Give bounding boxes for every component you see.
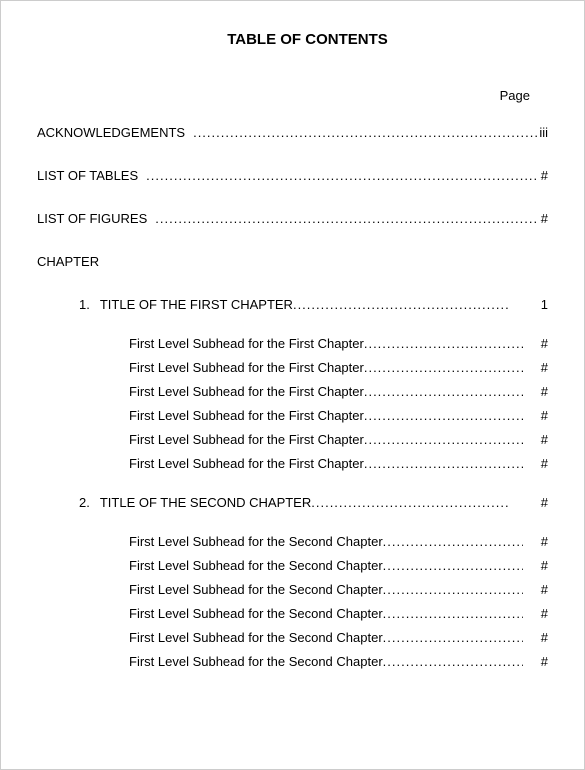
toc-page: # — [539, 606, 548, 621]
leader-dots — [383, 582, 523, 597]
toc-page: # — [539, 582, 548, 597]
leader-dots — [364, 360, 523, 375]
document-title: TABLE OF CONTENTS — [37, 31, 548, 48]
toc-label: ACKNOWLEDGEMENTS — [37, 125, 185, 140]
leader-dots — [193, 125, 537, 140]
subhead-label: First Level Subhead for the Second Chapt… — [129, 654, 383, 669]
subhead-label: First Level Subhead for the First Chapte… — [129, 384, 364, 399]
toc-chapter-entry: 2. TITLE OF THE SECOND CHAPTER # — [37, 495, 548, 510]
toc-page: # — [539, 558, 548, 573]
toc-subhead-entry: First Level Subhead for the First Chapte… — [37, 360, 548, 375]
leader-dots — [364, 456, 523, 471]
chapter-number: 1. — [79, 297, 90, 312]
toc-subhead-entry: First Level Subhead for the Second Chapt… — [37, 582, 548, 597]
leader-dots — [293, 297, 509, 312]
leader-dots — [383, 654, 523, 669]
leader-dots — [383, 606, 523, 621]
toc-page: # — [539, 432, 548, 447]
toc-page: iii — [537, 125, 548, 140]
chapter-number: 2. — [79, 495, 90, 510]
leader-dots — [364, 384, 523, 399]
toc-subhead-entry: First Level Subhead for the First Chapte… — [37, 408, 548, 423]
leader-dots — [146, 168, 539, 183]
leader-dots — [383, 534, 523, 549]
toc-page: # — [539, 384, 548, 399]
chapter-title: TITLE OF THE FIRST CHAPTER — [100, 297, 293, 312]
subhead-label: First Level Subhead for the First Chapte… — [129, 360, 364, 375]
toc-label: LIST OF TABLES — [37, 168, 138, 183]
toc-entry-acknowledgements: ACKNOWLEDGEMENTS iii — [37, 125, 548, 140]
chapter-title: TITLE OF THE SECOND CHAPTER — [100, 495, 311, 510]
toc-page: # — [539, 534, 548, 549]
leader-dots — [383, 630, 523, 645]
chapter-heading: CHAPTER — [37, 254, 548, 269]
toc-subhead-entry: First Level Subhead for the Second Chapt… — [37, 654, 548, 669]
subhead-label: First Level Subhead for the First Chapte… — [129, 408, 364, 423]
toc-subhead-entry: First Level Subhead for the Second Chapt… — [37, 630, 548, 645]
toc-page: # — [539, 408, 548, 423]
toc-subhead-entry: First Level Subhead for the First Chapte… — [37, 336, 548, 351]
toc-subhead-entry: First Level Subhead for the Second Chapt… — [37, 606, 548, 621]
toc-page: # — [539, 495, 548, 510]
leader-dots — [155, 211, 538, 226]
toc-label: LIST OF FIGURES — [37, 211, 147, 226]
toc-entry-list-of-figures: LIST OF FIGURES # — [37, 211, 548, 226]
toc-subhead-entry: First Level Subhead for the First Chapte… — [37, 432, 548, 447]
subhead-label: First Level Subhead for the Second Chapt… — [129, 630, 383, 645]
subhead-label: First Level Subhead for the First Chapte… — [129, 336, 364, 351]
subhead-label: First Level Subhead for the First Chapte… — [129, 456, 364, 471]
leader-dots — [364, 432, 523, 447]
toc-subhead-entry: First Level Subhead for the Second Chapt… — [37, 534, 548, 549]
subhead-label: First Level Subhead for the First Chapte… — [129, 432, 364, 447]
page-column-label: Page — [37, 88, 548, 103]
toc-page: # — [539, 211, 548, 226]
toc-page: 1 — [539, 297, 548, 312]
toc-page: # — [539, 360, 548, 375]
toc-subhead-entry: First Level Subhead for the Second Chapt… — [37, 558, 548, 573]
subhead-label: First Level Subhead for the Second Chapt… — [129, 558, 383, 573]
leader-dots — [364, 408, 523, 423]
subhead-label: First Level Subhead for the Second Chapt… — [129, 534, 383, 549]
toc-page: # — [539, 630, 548, 645]
subhead-label: First Level Subhead for the Second Chapt… — [129, 606, 383, 621]
toc-subhead-entry: First Level Subhead for the First Chapte… — [37, 456, 548, 471]
toc-page: # — [539, 168, 548, 183]
subhead-label: First Level Subhead for the Second Chapt… — [129, 582, 383, 597]
toc-subhead-entry: First Level Subhead for the First Chapte… — [37, 384, 548, 399]
toc-page: # — [539, 456, 548, 471]
toc-page: # — [539, 336, 548, 351]
leader-dots — [364, 336, 523, 351]
leader-dots — [311, 495, 509, 510]
toc-entry-list-of-tables: LIST OF TABLES # — [37, 168, 548, 183]
toc-page: # — [539, 654, 548, 669]
toc-chapter-entry: 1. TITLE OF THE FIRST CHAPTER 1 — [37, 297, 548, 312]
leader-dots — [383, 558, 523, 573]
